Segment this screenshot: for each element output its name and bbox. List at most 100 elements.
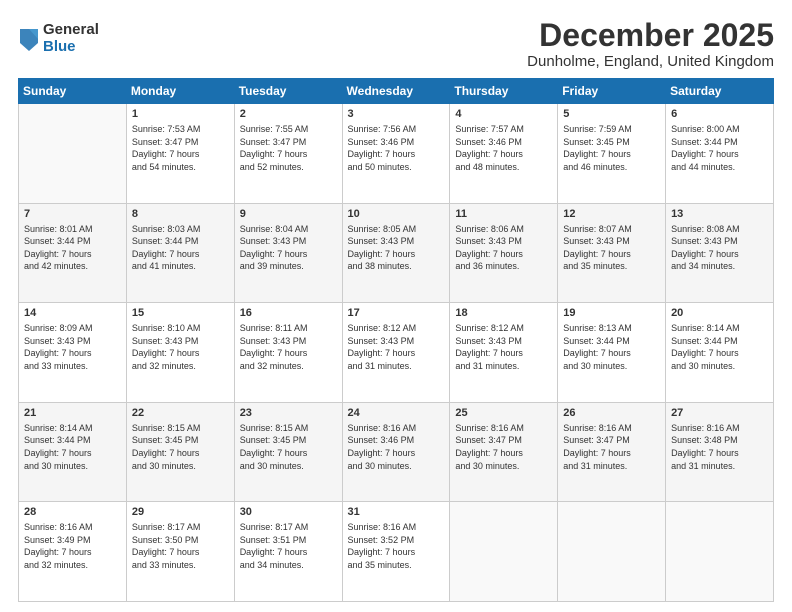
calendar-cell: 10Sunrise: 8:05 AMSunset: 3:43 PMDayligh… [342, 203, 450, 303]
calendar-cell: 26Sunrise: 8:16 AMSunset: 3:47 PMDayligh… [558, 402, 666, 502]
day-number: 21 [24, 406, 121, 421]
day-info: Sunrise: 8:08 AMSunset: 3:43 PMDaylight:… [671, 223, 768, 273]
day-number: 16 [240, 306, 337, 321]
day-number: 24 [348, 406, 445, 421]
calendar-cell: 28Sunrise: 8:16 AMSunset: 3:49 PMDayligh… [19, 502, 127, 602]
day-number: 4 [455, 107, 552, 122]
day-number: 20 [671, 306, 768, 321]
calendar-cell: 9Sunrise: 8:04 AMSunset: 3:43 PMDaylight… [234, 203, 342, 303]
header: General Blue December 2025 Dunholme, Eng… [18, 18, 774, 70]
day-info: Sunrise: 8:16 AMSunset: 3:49 PMDaylight:… [24, 521, 121, 571]
day-info: Sunrise: 7:59 AMSunset: 3:45 PMDaylight:… [563, 123, 660, 173]
calendar-cell: 7Sunrise: 8:01 AMSunset: 3:44 PMDaylight… [19, 203, 127, 303]
logo-text: General Blue [43, 22, 99, 55]
day-info: Sunrise: 8:04 AMSunset: 3:43 PMDaylight:… [240, 223, 337, 273]
col-header-wednesday: Wednesday [342, 79, 450, 104]
day-info: Sunrise: 8:17 AMSunset: 3:51 PMDaylight:… [240, 521, 337, 571]
day-number: 25 [455, 406, 552, 421]
day-number: 22 [132, 406, 229, 421]
calendar-cell: 24Sunrise: 8:16 AMSunset: 3:46 PMDayligh… [342, 402, 450, 502]
calendar-cell: 14Sunrise: 8:09 AMSunset: 3:43 PMDayligh… [19, 303, 127, 403]
title-block: December 2025 Dunholme, England, United … [527, 18, 774, 70]
day-info: Sunrise: 8:17 AMSunset: 3:50 PMDaylight:… [132, 521, 229, 571]
calendar-cell [666, 502, 774, 602]
day-number: 8 [132, 207, 229, 222]
day-number: 27 [671, 406, 768, 421]
calendar-cell: 3Sunrise: 7:56 AMSunset: 3:46 PMDaylight… [342, 104, 450, 204]
col-header-saturday: Saturday [666, 79, 774, 104]
day-number: 13 [671, 207, 768, 222]
day-info: Sunrise: 7:57 AMSunset: 3:46 PMDaylight:… [455, 123, 552, 173]
calendar-cell: 12Sunrise: 8:07 AMSunset: 3:43 PMDayligh… [558, 203, 666, 303]
day-number: 6 [671, 107, 768, 122]
calendar-cell [450, 502, 558, 602]
calendar-cell: 13Sunrise: 8:08 AMSunset: 3:43 PMDayligh… [666, 203, 774, 303]
day-info: Sunrise: 8:16 AMSunset: 3:47 PMDaylight:… [563, 422, 660, 472]
main-title: December 2025 [527, 18, 774, 53]
col-header-monday: Monday [126, 79, 234, 104]
calendar-cell: 27Sunrise: 8:16 AMSunset: 3:48 PMDayligh… [666, 402, 774, 502]
day-number: 10 [348, 207, 445, 222]
col-header-tuesday: Tuesday [234, 79, 342, 104]
calendar-cell: 20Sunrise: 8:14 AMSunset: 3:44 PMDayligh… [666, 303, 774, 403]
col-header-sunday: Sunday [19, 79, 127, 104]
calendar-cell: 16Sunrise: 8:11 AMSunset: 3:43 PMDayligh… [234, 303, 342, 403]
day-info: Sunrise: 8:00 AMSunset: 3:44 PMDaylight:… [671, 123, 768, 173]
day-info: Sunrise: 8:06 AMSunset: 3:43 PMDaylight:… [455, 223, 552, 273]
calendar-cell: 29Sunrise: 8:17 AMSunset: 3:50 PMDayligh… [126, 502, 234, 602]
calendar-cell: 31Sunrise: 8:16 AMSunset: 3:52 PMDayligh… [342, 502, 450, 602]
day-number: 31 [348, 505, 445, 520]
day-info: Sunrise: 7:56 AMSunset: 3:46 PMDaylight:… [348, 123, 445, 173]
calendar-cell: 17Sunrise: 8:12 AMSunset: 3:43 PMDayligh… [342, 303, 450, 403]
day-number: 17 [348, 306, 445, 321]
day-number: 14 [24, 306, 121, 321]
day-info: Sunrise: 8:03 AMSunset: 3:44 PMDaylight:… [132, 223, 229, 273]
day-number: 1 [132, 107, 229, 122]
day-number: 11 [455, 207, 552, 222]
day-number: 15 [132, 306, 229, 321]
calendar-cell: 2Sunrise: 7:55 AMSunset: 3:47 PMDaylight… [234, 104, 342, 204]
day-info: Sunrise: 8:11 AMSunset: 3:43 PMDaylight:… [240, 322, 337, 372]
day-number: 29 [132, 505, 229, 520]
day-info: Sunrise: 8:15 AMSunset: 3:45 PMDaylight:… [132, 422, 229, 472]
day-info: Sunrise: 8:12 AMSunset: 3:43 PMDaylight:… [455, 322, 552, 372]
day-info: Sunrise: 8:01 AMSunset: 3:44 PMDaylight:… [24, 223, 121, 273]
day-number: 18 [455, 306, 552, 321]
day-number: 2 [240, 107, 337, 122]
day-info: Sunrise: 8:05 AMSunset: 3:43 PMDaylight:… [348, 223, 445, 273]
calendar-cell: 25Sunrise: 8:16 AMSunset: 3:47 PMDayligh… [450, 402, 558, 502]
col-header-friday: Friday [558, 79, 666, 104]
day-number: 23 [240, 406, 337, 421]
calendar-cell: 15Sunrise: 8:10 AMSunset: 3:43 PMDayligh… [126, 303, 234, 403]
logo-blue-text: Blue [43, 39, 99, 56]
logo: General Blue [18, 22, 99, 55]
calendar-table: SundayMondayTuesdayWednesdayThursdayFrid… [18, 78, 774, 602]
day-info: Sunrise: 8:16 AMSunset: 3:48 PMDaylight:… [671, 422, 768, 472]
calendar-cell: 6Sunrise: 8:00 AMSunset: 3:44 PMDaylight… [666, 104, 774, 204]
calendar-cell [558, 502, 666, 602]
calendar-cell: 1Sunrise: 7:53 AMSunset: 3:47 PMDaylight… [126, 104, 234, 204]
day-info: Sunrise: 8:13 AMSunset: 3:44 PMDaylight:… [563, 322, 660, 372]
subtitle: Dunholme, England, United Kingdom [527, 53, 774, 70]
logo-general-text: General [43, 22, 99, 39]
day-info: Sunrise: 8:09 AMSunset: 3:43 PMDaylight:… [24, 322, 121, 372]
day-info: Sunrise: 8:16 AMSunset: 3:46 PMDaylight:… [348, 422, 445, 472]
day-number: 28 [24, 505, 121, 520]
calendar-cell: 18Sunrise: 8:12 AMSunset: 3:43 PMDayligh… [450, 303, 558, 403]
day-info: Sunrise: 8:14 AMSunset: 3:44 PMDaylight:… [24, 422, 121, 472]
day-number: 5 [563, 107, 660, 122]
day-info: Sunrise: 8:15 AMSunset: 3:45 PMDaylight:… [240, 422, 337, 472]
day-info: Sunrise: 8:07 AMSunset: 3:43 PMDaylight:… [563, 223, 660, 273]
calendar-cell: 30Sunrise: 8:17 AMSunset: 3:51 PMDayligh… [234, 502, 342, 602]
calendar-cell: 8Sunrise: 8:03 AMSunset: 3:44 PMDaylight… [126, 203, 234, 303]
day-info: Sunrise: 8:16 AMSunset: 3:47 PMDaylight:… [455, 422, 552, 472]
day-info: Sunrise: 7:55 AMSunset: 3:47 PMDaylight:… [240, 123, 337, 173]
day-info: Sunrise: 8:16 AMSunset: 3:52 PMDaylight:… [348, 521, 445, 571]
day-info: Sunrise: 8:12 AMSunset: 3:43 PMDaylight:… [348, 322, 445, 372]
day-number: 30 [240, 505, 337, 520]
calendar-cell: 21Sunrise: 8:14 AMSunset: 3:44 PMDayligh… [19, 402, 127, 502]
day-number: 3 [348, 107, 445, 122]
calendar-cell: 4Sunrise: 7:57 AMSunset: 3:46 PMDaylight… [450, 104, 558, 204]
day-number: 7 [24, 207, 121, 222]
calendar-cell: 22Sunrise: 8:15 AMSunset: 3:45 PMDayligh… [126, 402, 234, 502]
